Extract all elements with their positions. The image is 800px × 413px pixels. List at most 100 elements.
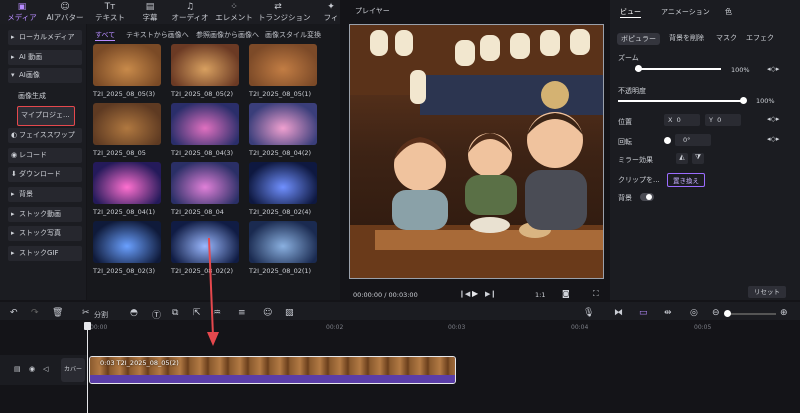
- media-thumbnail[interactable]: [93, 103, 161, 145]
- tab-all[interactable]: すべて: [95, 30, 116, 41]
- person-icon[interactable]: ☺: [263, 308, 272, 318]
- toolbar-label: 字幕: [142, 13, 158, 22]
- keyframe-icon[interactable]: ◂◇▸: [767, 135, 779, 143]
- sidebar-subitem-image-generation[interactable]: 画像生成: [18, 91, 46, 101]
- position-y-field[interactable]: Y 0: [705, 114, 741, 126]
- pill-mask[interactable]: マスク: [716, 33, 737, 43]
- replace-button[interactable]: 置き換え: [667, 173, 705, 187]
- zoom-out-icon[interactable]: ⊖: [712, 308, 720, 318]
- clip-label: 0:03 T2I_2025_08_05(2): [100, 359, 179, 367]
- zoom-in-icon[interactable]: ⊕: [780, 308, 788, 318]
- zoom-value[interactable]: 100%: [731, 66, 750, 74]
- rotate-dial[interactable]: [664, 137, 671, 144]
- background-toggle[interactable]: [640, 193, 654, 201]
- sidebar-item-ai-video[interactable]: ▸ AI 動画: [8, 50, 82, 65]
- sidebar-item-local-media[interactable]: ▸ ローカルメディア: [8, 30, 82, 45]
- playhead[interactable]: [87, 322, 88, 413]
- tab-animation[interactable]: アニメーション: [661, 7, 710, 17]
- marker-icon[interactable]: ◎: [690, 308, 698, 318]
- playhead-handle[interactable]: [84, 322, 91, 330]
- sidebar-item-background[interactable]: ▸ 背景: [8, 187, 82, 202]
- pill-effects[interactable]: エフェク: [746, 33, 774, 43]
- flip-horizontal-icon[interactable]: ◭: [676, 153, 688, 164]
- toolbar-tool[interactable]: ⁘ エレメント: [214, 0, 254, 24]
- media-thumbnail[interactable]: [249, 44, 317, 86]
- sidebar-item-stock-video[interactable]: ▸ ストック動画: [8, 207, 82, 222]
- opacity-slider-fill: [618, 100, 744, 102]
- timeline-zoom-thumb[interactable]: [724, 310, 731, 317]
- track-lock-icon[interactable]: ▤: [14, 365, 21, 373]
- toolbar-tool[interactable]: ⇄ トランジション: [258, 0, 311, 24]
- tab-style-transfer[interactable]: 画像スタイル変換: [265, 30, 321, 40]
- crop-icon[interactable]: ⧉: [172, 308, 178, 318]
- media-thumbnail[interactable]: [249, 221, 317, 263]
- media-thumbnail[interactable]: [171, 162, 239, 204]
- reset-button[interactable]: リセット: [748, 286, 786, 298]
- zoom-slider[interactable]: [635, 68, 721, 70]
- sidebar-item-download[interactable]: ⬇ ダウンロード: [8, 167, 82, 182]
- snap-icon[interactable]: ▭: [639, 308, 648, 318]
- pill-remove-bg[interactable]: 背景を削除: [669, 33, 704, 43]
- timeline-clip[interactable]: 0:03 T2I_2025_08_05(2): [89, 356, 456, 384]
- position-x-field[interactable]: X 0: [664, 114, 700, 126]
- mask-icon[interactable]: ◓: [130, 308, 138, 318]
- opacity-value[interactable]: 100%: [756, 97, 775, 105]
- sidebar-item-stock-gif[interactable]: ▸ ストックGIF: [8, 246, 82, 261]
- toolbar-tool[interactable]: ✦ フィ: [311, 0, 351, 24]
- split-label[interactable]: 分割: [94, 310, 108, 320]
- sidebar-item-ai-image[interactable]: ▾ AI画像: [8, 68, 82, 83]
- image-icon[interactable]: ▧: [285, 308, 294, 318]
- chevron-right-icon: ▸: [11, 249, 15, 257]
- media-thumbnail[interactable]: [93, 162, 161, 204]
- toolbar-tool[interactable]: ♫ オーディオ: [170, 0, 210, 24]
- opacity-slider[interactable]: [618, 100, 744, 102]
- keyframe-icon[interactable]: ◂◇▸: [767, 65, 779, 73]
- media-thumbnail[interactable]: [93, 221, 161, 263]
- tab-view[interactable]: ビュー: [620, 7, 641, 18]
- media-caption: T2I_2025_08_04(1): [93, 208, 156, 216]
- media-thumbnail[interactable]: [171, 103, 239, 145]
- redo-icon[interactable]: ↷: [31, 308, 39, 318]
- snapshot-icon[interactable]: ◙: [562, 289, 570, 298]
- ratio-select[interactable]: 1:1: [535, 291, 545, 299]
- timeline-zoom-slider[interactable]: [728, 313, 776, 315]
- pill-popular[interactable]: ボピュラー: [617, 33, 660, 45]
- toolbar-tool[interactable]: ▤ 字幕: [130, 0, 170, 24]
- toolbar-tool[interactable]: ▣ メディア: [2, 0, 42, 24]
- sidebar-subitem-my-projects[interactable]: マイプロジェ...: [17, 106, 75, 126]
- toolbar-tool[interactable]: ☺ AIアバター: [45, 0, 85, 24]
- keyframe-icon[interactable]: ◂◇▸: [767, 115, 779, 123]
- media-thumbnail[interactable]: [93, 44, 161, 86]
- media-thumbnail[interactable]: [249, 103, 317, 145]
- toolbar-label: AIアバター: [46, 13, 84, 22]
- split-icon[interactable]: ✂: [82, 308, 90, 318]
- rotate-field[interactable]: 0°: [675, 134, 711, 146]
- sidebar-item-face-swap[interactable]: ◐ フェイススワップ: [8, 128, 82, 143]
- timeline-toolbar: [0, 302, 800, 320]
- tab-color[interactable]: 色: [725, 7, 732, 17]
- flip-vertical-icon[interactable]: ⧩: [692, 153, 704, 164]
- adjust-icon[interactable]: ≡: [238, 308, 246, 318]
- link-icon[interactable]: ⧓: [614, 308, 623, 318]
- cover-button[interactable]: カバー: [61, 358, 85, 382]
- tab-reference-image[interactable]: 参照画像から画像へ: [196, 30, 259, 40]
- clip-label: クリップを...: [618, 176, 660, 184]
- toolbar-tool[interactable]: Tᴛ テキスト: [90, 0, 130, 24]
- sidebar-item-record[interactable]: ◉ レコード: [8, 148, 82, 163]
- tab-text-to-image[interactable]: テキストから画像へ: [126, 30, 189, 40]
- fullscreen-icon[interactable]: ⛶: [593, 289, 599, 299]
- media-thumbnail[interactable]: [249, 162, 317, 204]
- play-button[interactable]: ▶: [472, 289, 478, 298]
- track-mute-icon[interactable]: ◁: [43, 365, 48, 373]
- step-forward-icon[interactable]: ▶❙: [485, 290, 496, 298]
- sidebar-item-stock-photo[interactable]: ▸ ストック写真: [8, 226, 82, 241]
- undo-icon[interactable]: ↶: [10, 308, 18, 318]
- step-back-icon[interactable]: ❙◀: [459, 290, 470, 298]
- opacity-thumb[interactable]: [740, 97, 747, 104]
- chevron-right-icon: ▸: [11, 190, 15, 198]
- ripple-icon[interactable]: ⇹: [664, 308, 672, 318]
- track-visibility-icon[interactable]: ◉: [29, 365, 35, 373]
- delete-icon[interactable]: 🗑: [52, 308, 63, 318]
- zoom-thumb[interactable]: [635, 65, 642, 72]
- microphone-icon[interactable]: 🎙: [583, 308, 594, 318]
